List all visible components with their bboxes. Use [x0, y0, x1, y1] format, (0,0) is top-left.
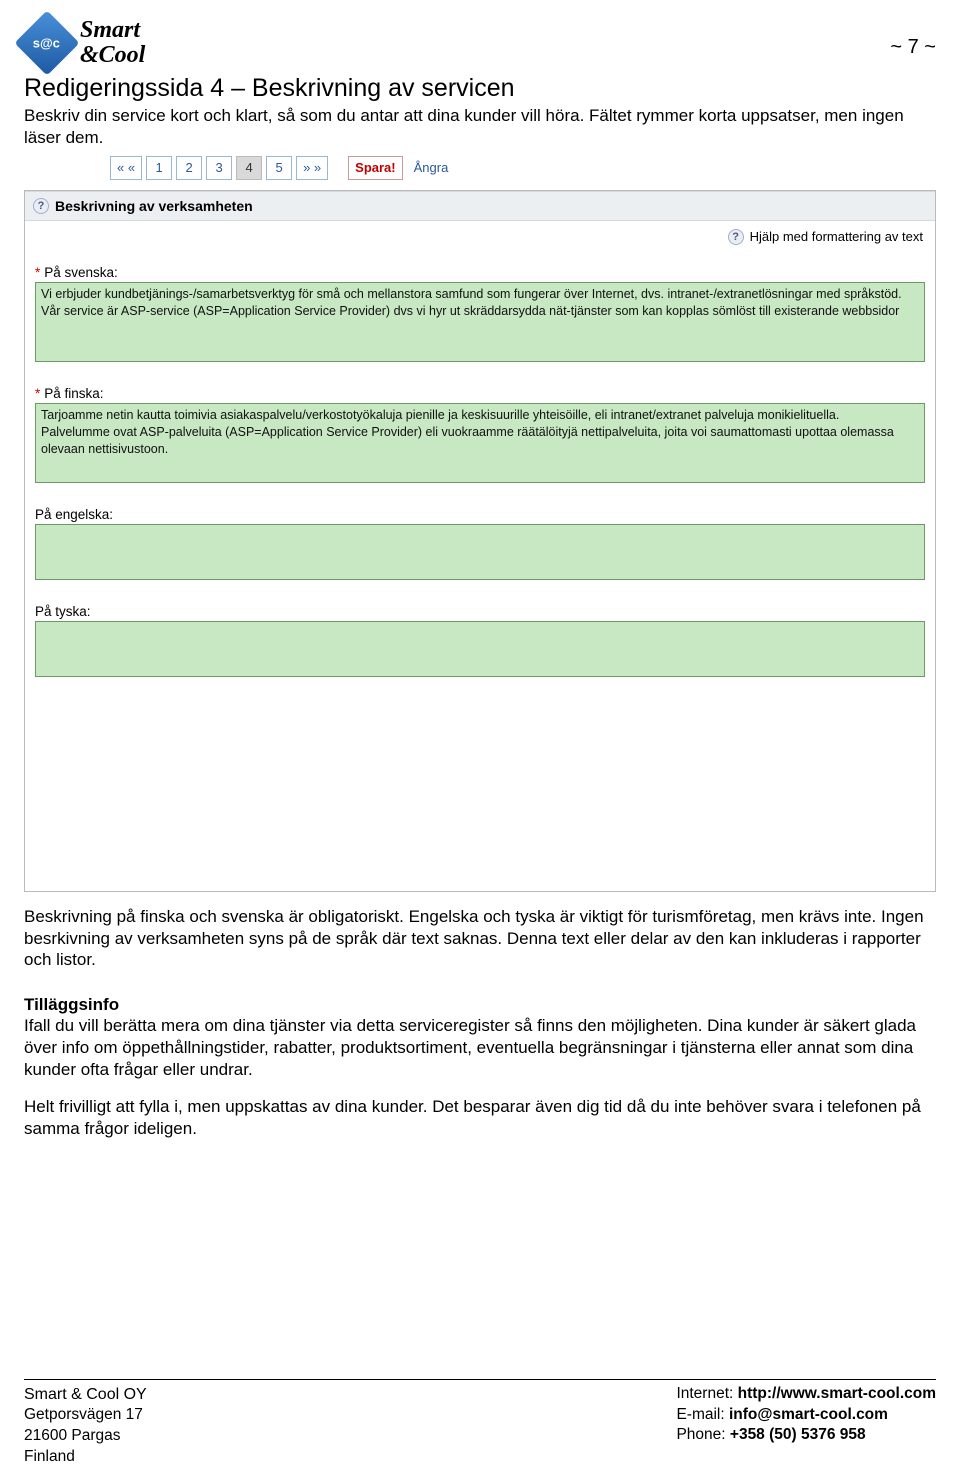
field-label: På tyska:	[35, 604, 925, 619]
brand-line1: Smart	[80, 18, 145, 43]
footer-rule	[24, 1379, 936, 1380]
formatting-help-row: ? Hjälp med formattering av text	[25, 221, 935, 249]
logo-icon: s@c	[14, 10, 79, 75]
paragraph: Beskrivning på finska och svenska är obl…	[24, 906, 936, 971]
field-swedish: *På svenska: Vi erbjuder kundbetjänings-…	[25, 249, 935, 370]
formatting-help-link[interactable]: Hjälp med formattering av text	[750, 229, 923, 244]
pager-page-1[interactable]: 1	[146, 156, 172, 180]
address-line: Finland	[24, 1447, 147, 1468]
pager-page-4[interactable]: 4	[236, 156, 262, 180]
page-footer: Smart & Cool OY Getporsvägen 17 21600 Pa…	[24, 1379, 936, 1468]
help-icon[interactable]: ?	[728, 229, 744, 245]
pager-first[interactable]: « «	[110, 156, 142, 180]
section-title: Beskrivning av verksamheten	[55, 198, 253, 214]
english-textarea[interactable]	[35, 524, 925, 580]
company-name: Smart & Cool OY	[24, 1384, 147, 1406]
page-number: ~ 7 ~	[890, 36, 936, 59]
pager-page-2[interactable]: 2	[176, 156, 202, 180]
field-finnish: *På finska: Tarjoamme netin kautta toimi…	[25, 370, 935, 491]
page-lead: Beskriv din service kort och klart, så s…	[24, 105, 936, 148]
email-line: E-mail: info@smart-cool.com	[676, 1405, 936, 1426]
paragraph: Helt frivilligt att fylla i, men uppskat…	[24, 1096, 936, 1140]
section-header: ? Beskrivning av verksamheten	[25, 191, 935, 221]
field-german: På tyska:	[25, 588, 935, 685]
internet-line: Internet: http://www.smart-cool.com	[676, 1384, 936, 1405]
pager-page-5[interactable]: 5	[266, 156, 292, 180]
brand-line2: &Cool	[80, 43, 145, 68]
required-star: *	[35, 265, 40, 280]
brand: s@c Smart &Cool	[24, 16, 145, 68]
logo-text: s@c	[33, 35, 60, 50]
brand-text: Smart &Cool	[80, 18, 145, 68]
field-english: På engelska:	[25, 491, 935, 588]
paragraph: Ifall du vill berätta mera om dina tjäns…	[24, 1015, 936, 1080]
footer-address: Smart & Cool OY Getporsvägen 17 21600 Pa…	[24, 1384, 147, 1468]
pager: « « 1 2 3 4 5 » » Spara! Ångra	[110, 156, 936, 180]
swedish-textarea[interactable]: Vi erbjuder kundbetjänings-/samarbetsver…	[35, 282, 925, 362]
finnish-textarea[interactable]: Tarjoamme netin kautta toimivia asiakasp…	[35, 403, 925, 483]
save-button[interactable]: Spara!	[348, 156, 402, 180]
page-header: s@c Smart &Cool ~ 7 ~	[24, 16, 936, 68]
field-label: *På finska:	[35, 386, 925, 401]
help-icon[interactable]: ?	[33, 198, 49, 214]
form-panel: ? Beskrivning av verksamheten ? Hjälp me…	[24, 190, 936, 892]
field-label: På engelska:	[35, 507, 925, 522]
form-scroll-area[interactable]: ? Beskrivning av verksamheten ? Hjälp me…	[25, 191, 935, 891]
german-textarea[interactable]	[35, 621, 925, 677]
footer-contact: Internet: http://www.smart-cool.com E-ma…	[676, 1384, 936, 1468]
phone-line: Phone: +358 (50) 5376 958	[676, 1425, 936, 1446]
address-line: Getporsvägen 17	[24, 1405, 147, 1426]
required-star: *	[35, 386, 40, 401]
address-line: 21600 Pargas	[24, 1426, 147, 1447]
pager-last[interactable]: » »	[296, 156, 328, 180]
subheading: Tilläggsinfo	[24, 995, 936, 1015]
pager-page-3[interactable]: 3	[206, 156, 232, 180]
page-title: Redigeringssida 4 – Beskrivning av servi…	[24, 74, 936, 103]
body-copy: Beskrivning på finska och svenska är obl…	[24, 906, 936, 1140]
undo-button[interactable]: Ångra	[407, 156, 456, 180]
field-label: *På svenska:	[35, 265, 925, 280]
